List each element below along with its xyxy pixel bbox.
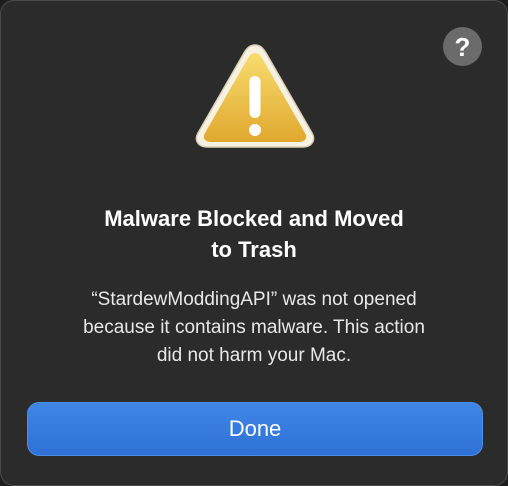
- message-line-2: because it contains malware. This action: [83, 317, 425, 338]
- title-line-2: to Trash: [211, 237, 297, 262]
- malware-alert-dialog: ? Malware Blocked and Moved to Trash “St…: [0, 0, 508, 486]
- question-mark-icon: ?: [454, 31, 471, 62]
- message-line-1: “StardewModdingAPI” was not opened: [91, 289, 417, 310]
- dialog-message: “StardewModdingAPI” was not opened becau…: [31, 286, 477, 370]
- dialog-title: Malware Blocked and Moved to Trash: [21, 203, 487, 265]
- warning-triangle-icon: [195, 44, 315, 148]
- done-button-label: Done: [228, 416, 282, 441]
- message-line-3: did not harm your Mac.: [156, 345, 352, 366]
- done-button[interactable]: Done: [27, 402, 483, 456]
- title-line-1: Malware Blocked and Moved: [104, 206, 404, 231]
- help-button[interactable]: ?: [443, 27, 482, 66]
